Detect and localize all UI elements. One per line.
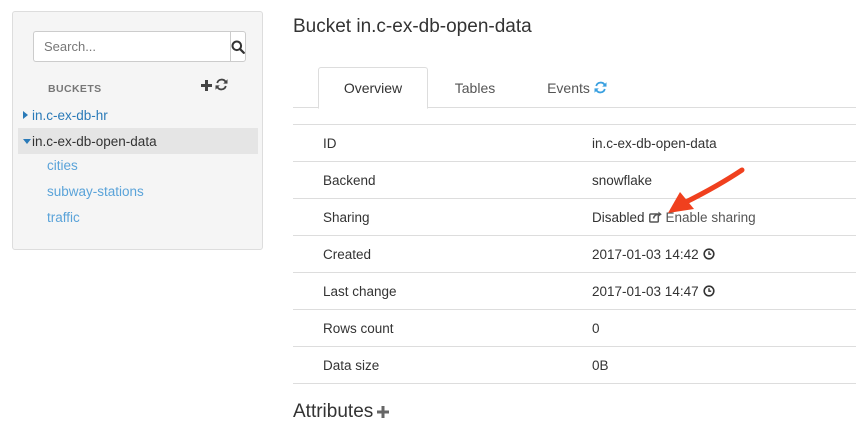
value-text: 0B (592, 357, 609, 373)
value-text: snowflake (592, 172, 653, 188)
tab-events[interactable]: Events (522, 67, 632, 108)
detail-label: Created (323, 246, 372, 262)
clock-icon (702, 285, 715, 297)
detail-label: Data size (323, 357, 380, 373)
search-group (33, 31, 246, 62)
attributes-title: Attributes (293, 401, 374, 422)
detail-row-rows-count: Rows count 0 (293, 310, 856, 347)
table-link-cities[interactable]: cities (47, 158, 78, 173)
detail-value: 0B (592, 358, 609, 373)
clock-icon (702, 248, 715, 260)
search-input[interactable] (33, 31, 230, 62)
add-attribute-icon[interactable] (377, 402, 390, 422)
detail-row-created: Created 2017-01-03 14:42 (293, 236, 856, 273)
share-icon (648, 211, 662, 223)
detail-label: Backend (323, 172, 376, 188)
add-bucket-icon[interactable] (201, 79, 212, 95)
annotation-arrow-icon (668, 167, 745, 213)
search-icon (231, 40, 245, 54)
caret-right-icon (23, 111, 28, 119)
buckets-header: BUCKETS (48, 83, 102, 95)
bucket-label: in.c-ex-db-open-data (32, 133, 157, 149)
bucket-detail-table: ID in.c-ex-db-open-data Backend snowflak… (293, 124, 856, 384)
search-button[interactable] (230, 31, 246, 62)
sidebar-panel: BUCKETS in.c-ex-db-hr in.c-ex-db-open-da… (12, 11, 263, 250)
tab-overview[interactable]: Overview (318, 67, 428, 109)
value-text: 2017-01-03 14:47 (592, 283, 699, 299)
bucket-item-hr[interactable]: in.c-ex-db-hr (18, 102, 258, 128)
detail-row-last-change: Last change 2017-01-03 14:47 (293, 273, 856, 310)
table-link-subway-stations[interactable]: subway-stations (47, 184, 144, 199)
bucket-item-open-data[interactable]: in.c-ex-db-open-data (18, 128, 258, 154)
detail-row-id: ID in.c-ex-db-open-data (293, 125, 856, 162)
bucket-label: in.c-ex-db-hr (32, 107, 108, 123)
value-text: Disabled (592, 209, 645, 225)
page-title: Bucket in.c-ex-db-open-data (293, 16, 532, 37)
detail-value: 2017-01-03 14:47 (592, 284, 715, 299)
detail-label: Last change (323, 283, 397, 299)
tab-label: Overview (343, 80, 403, 96)
detail-row-sharing: Sharing Disabled Enable sharing (293, 199, 856, 236)
detail-value: 0 (592, 321, 600, 336)
caret-down-icon (23, 138, 31, 144)
tab-bar: Overview Tables Events (293, 67, 856, 109)
bucket-actions (201, 78, 228, 95)
refresh-icon (594, 81, 607, 94)
refresh-icon[interactable] (215, 78, 228, 95)
detail-label: Sharing (323, 209, 370, 225)
detail-row-data-size: Data size 0B (293, 347, 856, 384)
tab-label: Events (547, 79, 590, 96)
table-link-traffic[interactable]: traffic (47, 210, 80, 225)
detail-row-backend: Backend snowflake (293, 162, 856, 199)
attributes-heading: Attributes (293, 401, 390, 423)
detail-value: snowflake (592, 173, 652, 188)
detail-value: 2017-01-03 14:42 (592, 247, 715, 262)
tab-tables[interactable]: Tables (428, 67, 522, 108)
value-text: 2017-01-03 14:42 (592, 246, 699, 262)
detail-label: Rows count (323, 320, 394, 336)
detail-value: in.c-ex-db-open-data (592, 136, 717, 151)
detail-label: ID (323, 135, 337, 151)
tab-label: Tables (454, 79, 496, 96)
value-text: 0 (592, 320, 600, 336)
value-text: in.c-ex-db-open-data (592, 135, 717, 151)
